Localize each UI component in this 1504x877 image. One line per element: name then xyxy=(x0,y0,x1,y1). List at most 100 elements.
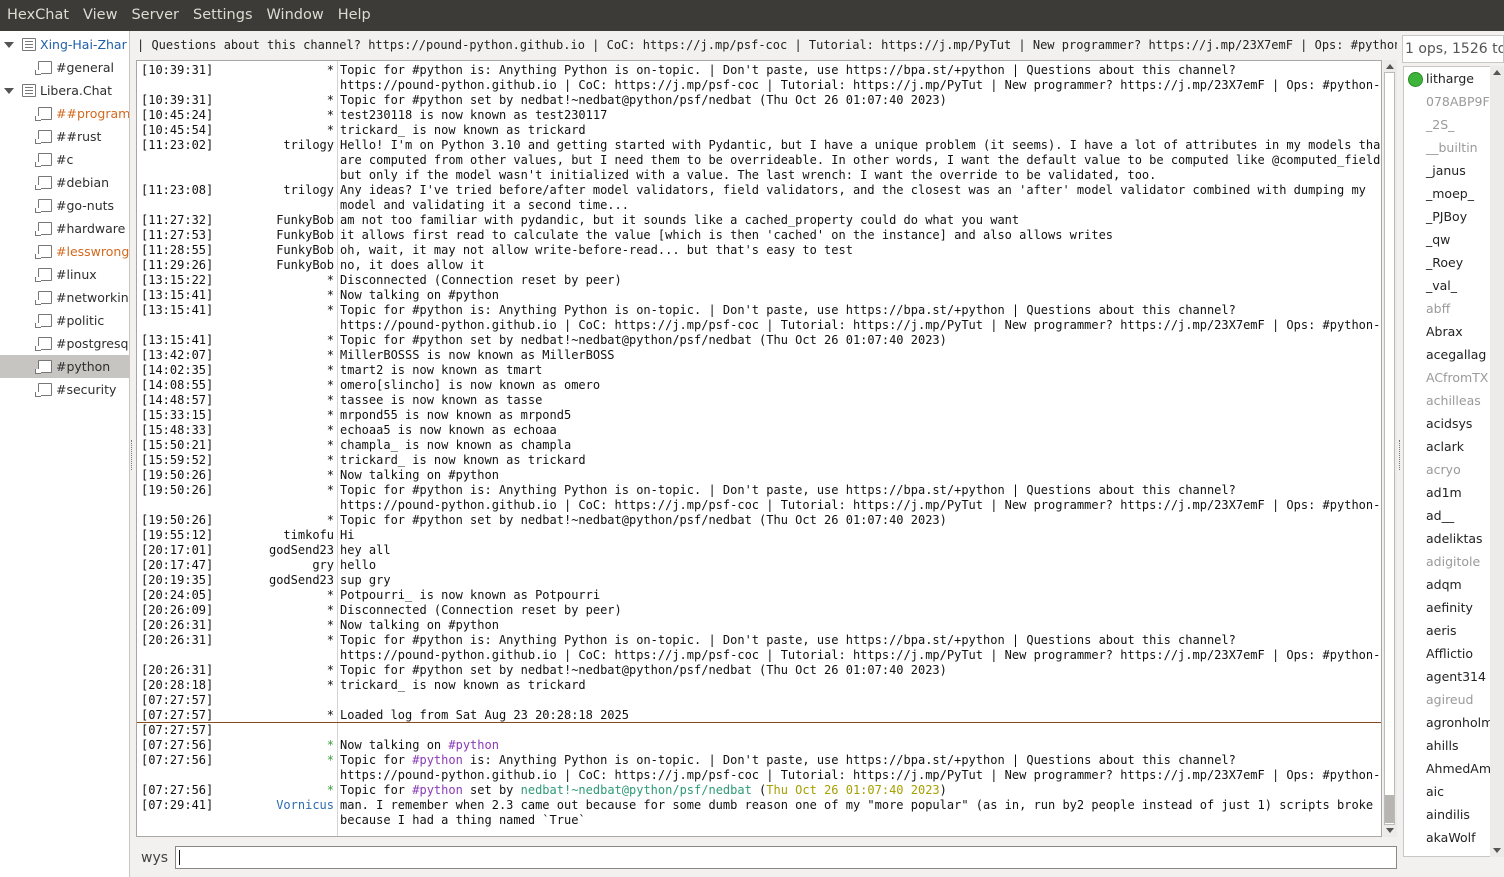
user-item[interactable]: _Roey xyxy=(1426,251,1463,274)
message-text: https://pound-python.github.io | CoC: ht… xyxy=(340,648,1382,662)
timestamp: [07:27:56] xyxy=(141,753,214,767)
user-item[interactable]: ACfromTX xyxy=(1426,366,1488,389)
nick[interactable]: FunkyBob xyxy=(276,228,334,243)
nick[interactable]: trilogy xyxy=(283,183,334,198)
tree-channel-4[interactable]: ##rust xyxy=(0,125,129,148)
chevron-down-icon[interactable] xyxy=(4,42,14,48)
tree-channel-7[interactable]: #go-nuts xyxy=(0,194,129,217)
user-item[interactable]: _moep_ xyxy=(1426,182,1474,205)
nick: * xyxy=(326,678,334,692)
chat-line: [15:48:33] * echoaa5 is now known as echoa… xyxy=(137,423,1381,438)
nick[interactable]: gry xyxy=(312,558,334,573)
menu-help[interactable]: Help xyxy=(331,0,378,31)
menu-server[interactable]: Server xyxy=(124,0,186,31)
tree-channel-9[interactable]: #lesswrong xyxy=(0,240,129,263)
tree-channel-1[interactable]: #general xyxy=(0,56,129,79)
nick[interactable]: godSend23 xyxy=(269,573,334,588)
nick[interactable]: FunkyBob xyxy=(276,258,334,273)
chat-scrollbar[interactable] xyxy=(1383,60,1397,837)
user-item[interactable]: _qw xyxy=(1426,228,1450,251)
menu-hexchat[interactable]: HexChat xyxy=(0,0,76,31)
nick: * xyxy=(326,663,334,677)
user-item[interactable]: aindilis xyxy=(1426,803,1470,826)
user-item[interactable]: ahills xyxy=(1426,734,1459,757)
pane-resize-handle-left[interactable] xyxy=(131,440,134,470)
nick: * xyxy=(326,738,334,752)
menu-settings[interactable]: Settings xyxy=(186,0,259,31)
scroll-down-icon[interactable] xyxy=(1493,848,1501,853)
timestamp: [14:02:35] xyxy=(141,363,214,377)
message-text: Now talking on #python xyxy=(340,738,499,752)
chat-line: [07:27:57] xyxy=(137,693,1381,708)
user-item[interactable]: litharge xyxy=(1408,67,1474,90)
tree-channel-8[interactable]: #hardware xyxy=(0,217,129,240)
user-item[interactable]: _2S_ xyxy=(1426,113,1454,136)
user-item[interactable]: acidsys xyxy=(1426,412,1472,435)
nick[interactable]: FunkyBob xyxy=(276,243,334,258)
user-item[interactable]: aefinity xyxy=(1426,596,1473,619)
channel-icon xyxy=(35,383,52,397)
tree-channel-3[interactable]: ##programm xyxy=(0,102,129,125)
tree-channel-10[interactable]: #linux xyxy=(0,263,129,286)
user-item[interactable]: aic xyxy=(1426,780,1444,803)
user-item[interactable]: __builtin xyxy=(1426,136,1478,159)
user-item[interactable]: ad1m xyxy=(1426,481,1462,504)
nick[interactable]: godSend23 xyxy=(269,543,334,558)
tree-channel-5[interactable]: #c xyxy=(0,148,129,171)
message-text: Hi xyxy=(340,528,355,542)
chat-log[interactable]: [10:39:31] * Topic for #python is: Anythin… xyxy=(136,60,1382,837)
tree-server-2[interactable]: Libera.Chat xyxy=(0,79,129,102)
user-item[interactable]: agireud xyxy=(1426,688,1473,711)
tree-channel-13[interactable]: #postgresq xyxy=(0,332,129,355)
userlist-scrollbar[interactable] xyxy=(1490,66,1504,857)
user-item[interactable]: achilleas xyxy=(1426,389,1481,412)
user-item[interactable]: adqm xyxy=(1426,573,1462,596)
tree-channel-12[interactable]: #politic xyxy=(0,309,129,332)
user-item[interactable]: Abrax xyxy=(1426,320,1463,343)
user-item[interactable]: Afflictio xyxy=(1426,642,1473,665)
menu-view[interactable]: View xyxy=(76,0,124,31)
user-item[interactable]: acegallag xyxy=(1426,343,1486,366)
user-item[interactable]: agronholm xyxy=(1426,711,1493,734)
tree-channel-14[interactable]: #python xyxy=(0,355,129,378)
user-item[interactable]: adeliktas xyxy=(1426,527,1483,550)
nick[interactable]: FunkyBob xyxy=(276,213,334,228)
timestamp: [20:28:18] xyxy=(141,678,214,692)
user-item[interactable]: _janus xyxy=(1426,159,1466,182)
scroll-up-icon[interactable] xyxy=(1386,64,1394,69)
tree-server-0[interactable]: Xing-Hai-Zhar xyxy=(0,33,129,56)
tree-channel-6[interactable]: #debian xyxy=(0,171,129,194)
tree-channel-11[interactable]: #networkin xyxy=(0,286,129,309)
user-item[interactable]: 078ABP9FY xyxy=(1426,90,1497,113)
message-text: Disconnected (Connection reset by peer) xyxy=(340,273,622,287)
scroll-thumb[interactable] xyxy=(1385,795,1394,823)
nick-button[interactable]: wys xyxy=(141,850,168,866)
scroll-track[interactable] xyxy=(1384,72,1395,825)
message-input[interactable] xyxy=(175,846,1397,869)
pane-resize-handle-right[interactable] xyxy=(1399,440,1402,470)
tree-label: #hardware xyxy=(56,221,126,236)
user-list[interactable]: litharge 078ABP9FY _2S_ __builtin _janus _moe… xyxy=(1403,66,1504,857)
chevron-down-icon[interactable] xyxy=(4,88,14,94)
user-item[interactable]: _val_ xyxy=(1426,274,1457,297)
user-item[interactable]: agent314 xyxy=(1426,665,1486,688)
user-item[interactable]: acryo xyxy=(1426,458,1461,481)
channel-tree: Xing-Hai-Zhar #general Libera.Chat ##progra… xyxy=(0,31,130,877)
message-text: Topic for #python is: Anything Python is… xyxy=(340,633,1236,647)
user-item[interactable]: aeris xyxy=(1426,619,1456,642)
user-item[interactable]: ad__ xyxy=(1426,504,1454,527)
user-item[interactable]: abff xyxy=(1426,297,1450,320)
menu-window[interactable]: Window xyxy=(260,0,331,31)
nick[interactable]: timkofu xyxy=(283,528,334,543)
timestamp: [07:27:56] xyxy=(141,783,214,797)
scroll-up-icon[interactable] xyxy=(1493,70,1501,75)
user-item[interactable]: _PJBoy xyxy=(1426,205,1467,228)
tree-channel-15[interactable]: #security xyxy=(0,378,129,401)
topic-bar[interactable]: | Questions about this channel? https://… xyxy=(137,35,1397,55)
user-item[interactable]: aclark xyxy=(1426,435,1464,458)
scroll-down-icon[interactable] xyxy=(1386,828,1394,833)
nick[interactable]: trilogy xyxy=(283,138,334,153)
nick[interactable]: Vornicus xyxy=(276,798,334,813)
user-item[interactable]: akaWolf xyxy=(1426,826,1476,849)
user-item[interactable]: adigitole xyxy=(1426,550,1480,573)
